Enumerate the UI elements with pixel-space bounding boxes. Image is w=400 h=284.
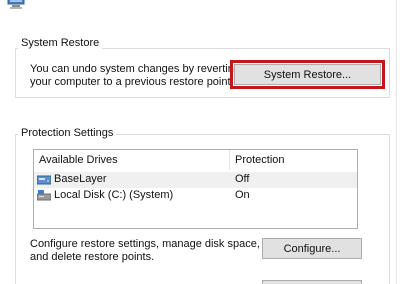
system-restore-button[interactable]: System Restore... — [230, 60, 385, 89]
configure-button-label: Configure... — [283, 242, 341, 255]
system-properties-panel: System Restore You can undo system chang… — [0, 0, 400, 284]
system-restore-group-title: System Restore — [18, 37, 103, 49]
list-header: Available Drives Protection — [34, 150, 357, 170]
group-border — [389, 48, 390, 98]
computer-icon — [7, 0, 25, 9]
column-header-protection[interactable]: Protection — [235, 154, 285, 166]
drive-icon — [37, 175, 51, 185]
group-border — [15, 97, 390, 98]
group-border — [15, 48, 16, 98]
drive-row[interactable]: BaseLayer Off — [34, 172, 357, 188]
drives-list[interactable]: Available Drives Protection BaseLayer Of… — [33, 149, 358, 229]
description-line: Configure restore settings, manage disk … — [30, 238, 260, 250]
drive-protection: On — [235, 189, 250, 201]
configure-button[interactable]: Configure... — [262, 238, 362, 259]
column-separator[interactable] — [229, 150, 230, 170]
group-border — [389, 134, 390, 284]
description-line: your computer to a previous restore poin… — [30, 76, 234, 88]
column-header-drives[interactable]: Available Drives — [39, 154, 118, 166]
drive-name: BaseLayer — [54, 173, 107, 185]
drive-protection: Off — [235, 173, 250, 185]
create-button[interactable] — [262, 280, 362, 284]
system-drive-icon — [37, 190, 51, 201]
group-border — [15, 134, 16, 284]
drive-name: Local Disk (C:) (System) — [54, 189, 174, 201]
configure-description: Configure restore settings, manage disk … — [30, 238, 260, 264]
system-restore-description: You can undo system changes by reverting… — [30, 63, 240, 89]
window-edge — [396, 0, 397, 284]
drive-row[interactable]: Local Disk (C:) (System) On — [34, 188, 357, 204]
description-line: You can undo system changes by reverting — [30, 63, 240, 75]
system-restore-button-label: System Restore... — [263, 68, 352, 81]
description-line: and delete restore points. — [30, 251, 155, 263]
protection-settings-group-title: Protection Settings — [18, 127, 117, 139]
